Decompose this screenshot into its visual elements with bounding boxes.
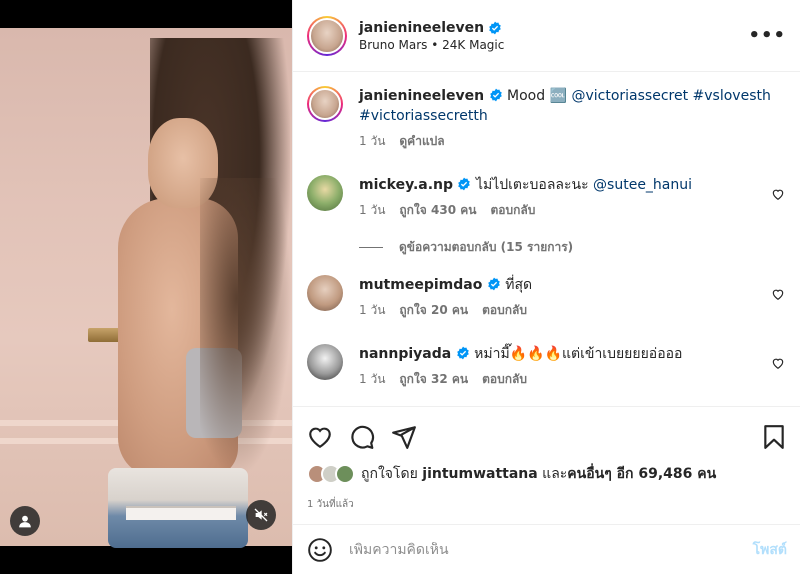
header-username[interactable]: janienineeleven — [359, 20, 484, 36]
caption-meta: 1 วัน ดูคำแปล — [359, 132, 787, 151]
liked-by-and: และ — [542, 466, 568, 482]
liker-avatars — [307, 464, 355, 484]
header-username-row: janienineeleven — [359, 20, 504, 36]
comment-body: mickey.a.np ไม่ไปเตะบอลละนะ @sutee_hanui… — [359, 175, 787, 220]
avatar — [309, 17, 345, 54]
tagged-users-button[interactable] — [10, 506, 40, 536]
comment-text: nannpiyada หม่ามี๊🔥🔥🔥แต่เข้าเบยยยยอ่อออ — [359, 344, 787, 364]
comment-item: nannpiyada หม่ามี๊🔥🔥🔥แต่เข้าเบยยยยอ่อออ … — [307, 344, 787, 389]
heart-icon[interactable] — [771, 187, 785, 201]
comment-meta: 1 วัน ถูกใจ 32 คน ตอบกลับ — [359, 370, 787, 389]
post-details-panel: janienineeleven Bruno Mars • 24K Magic •… — [292, 0, 800, 574]
header-text: janienineeleven Bruno Mars • 24K Magic — [359, 20, 504, 52]
mute-toggle-button[interactable] — [246, 500, 276, 530]
caption-text: janienineeleven Mood 🆒 @victoriassecret … — [359, 86, 787, 126]
comment-likes[interactable]: ถูกใจ 32 คน — [399, 370, 468, 389]
comment-message: ไม่ไปเตะบอลละนะ — [475, 177, 589, 193]
post-comment-button[interactable]: โพสต์ — [753, 539, 787, 561]
comment-input[interactable] — [349, 541, 753, 558]
waistband — [126, 506, 236, 520]
comments-list: janienineeleven Mood 🆒 @victoriassecret … — [293, 72, 800, 406]
reply-button[interactable]: ตอบกลับ — [490, 201, 535, 220]
post-actions: ถูกใจโดย jintumwattana และ คนอื่นๆ อีก 6… — [293, 406, 800, 512]
comment-meta: 1 วัน ถูกใจ 20 คน ตอบกลับ — [359, 301, 787, 320]
like-heart-icon[interactable] — [307, 424, 333, 450]
add-comment-bar: โพสต์ — [293, 524, 800, 574]
comment-body: mutmeepimdao ที่สุด 1 วัน ถูกใจ 20 คน ตอ… — [359, 275, 787, 320]
avatar — [335, 464, 355, 484]
comment-avatar[interactable] — [307, 175, 343, 211]
caption-body: janienineeleven Mood 🆒 @victoriassecret … — [359, 86, 787, 151]
comment-meta: 1 วัน ถูกใจ 430 คน ตอบกลับ — [359, 201, 787, 220]
reply-button[interactable]: ตอบกลับ — [482, 370, 527, 389]
comment-avatar[interactable] — [307, 275, 343, 311]
comment-item: mutmeepimdao ที่สุด 1 วัน ถูกใจ 20 คน ตอ… — [307, 275, 787, 320]
caption-message: Mood 🆒 — [507, 88, 568, 104]
heart-icon[interactable] — [771, 356, 785, 370]
comment-username[interactable]: mickey.a.np — [359, 177, 453, 193]
emoji-icon[interactable] — [307, 537, 333, 563]
caption-mention[interactable]: @victoriassecret — [571, 88, 688, 104]
caption-hashtag[interactable]: #vslovesth — [693, 88, 771, 104]
replies-divider — [359, 247, 383, 248]
verified-badge-icon — [489, 21, 501, 34]
avatar — [309, 88, 341, 120]
view-replies-label: ดูข้อความตอบกลับ (15 รายการ) — [399, 240, 574, 254]
comment-username[interactable]: nannpiyada — [359, 346, 451, 362]
verified-badge-icon — [489, 88, 502, 102]
story-ring-avatar[interactable] — [307, 15, 347, 56]
comment-message: ที่สุด — [505, 277, 533, 293]
comment-time[interactable]: 1 วัน — [359, 301, 385, 320]
comment-item: mickey.a.np ไม่ไปเตะบอลละนะ @sutee_hanui… — [307, 175, 787, 220]
instagram-post-dialog: janienineeleven Bruno Mars • 24K Magic •… — [0, 0, 800, 574]
comment-likes[interactable]: ถูกใจ 20 คน — [399, 301, 468, 320]
caption-avatar[interactable] — [307, 86, 343, 122]
user-tag-icon — [19, 515, 31, 528]
comment-avatar[interactable] — [307, 344, 343, 380]
post-timestamp[interactable]: 1 วันที่แล้ว — [307, 497, 787, 512]
comment-likes[interactable]: ถูกใจ 430 คน — [399, 201, 476, 220]
comment-message: หม่ามี๊🔥🔥🔥แต่เข้าเบยยยยอ่อออ — [474, 346, 683, 362]
comment-text: mutmeepimdao ที่สุด — [359, 275, 787, 295]
audio-track-link[interactable]: Bruno Mars • 24K Magic — [359, 38, 504, 52]
muted-speaker-icon — [254, 508, 268, 522]
verified-badge-icon — [456, 346, 469, 360]
caption: janienineeleven Mood 🆒 @victoriassecret … — [307, 86, 787, 151]
more-options-button[interactable]: ••• — [748, 25, 786, 46]
reply-button[interactable]: ตอบกลับ — [482, 301, 527, 320]
comment-time[interactable]: 1 วัน — [359, 201, 385, 220]
post-header: janienineeleven Bruno Mars • 24K Magic •… — [293, 0, 800, 72]
hair-shape — [200, 178, 292, 478]
comment-time[interactable]: 1 วัน — [359, 370, 385, 389]
liked-by-others[interactable]: คนอื่นๆ อีก 69,486 คน — [567, 463, 716, 485]
caption-time[interactable]: 1 วัน — [359, 132, 385, 151]
caption-hashtag[interactable]: #victoriassecretth — [359, 108, 488, 124]
heart-icon[interactable] — [771, 287, 785, 301]
verified-badge-icon — [488, 277, 500, 291]
liked-by-row: ถูกใจโดย jintumwattana และ คนอื่นๆ อีก 6… — [307, 463, 787, 485]
verified-badge-icon — [458, 177, 471, 191]
video-frame — [0, 28, 292, 548]
view-replies-button[interactable]: ดูข้อความตอบกลับ (15 รายการ) — [359, 238, 787, 257]
comment-username[interactable]: mutmeepimdao — [359, 277, 482, 293]
post-video[interactable] — [0, 0, 292, 574]
comment-mention[interactable]: @sutee_hanui — [593, 177, 692, 193]
liked-by-user[interactable]: jintumwattana — [422, 466, 537, 482]
caption-username[interactable]: janienineeleven — [359, 88, 484, 104]
liked-by-prefix: ถูกใจโดย — [361, 466, 418, 482]
bookmark-icon[interactable] — [761, 424, 787, 450]
share-icon[interactable] — [391, 424, 417, 450]
comment-icon[interactable] — [349, 424, 375, 450]
comment-body: nannpiyada หม่ามี๊🔥🔥🔥แต่เข้าเบยยยยอ่อออ … — [359, 344, 787, 389]
comment-text: mickey.a.np ไม่ไปเตะบอลละนะ @sutee_hanui — [359, 175, 787, 195]
action-icons-row — [307, 419, 787, 455]
see-translation-button[interactable]: ดูคำแปล — [399, 132, 444, 151]
